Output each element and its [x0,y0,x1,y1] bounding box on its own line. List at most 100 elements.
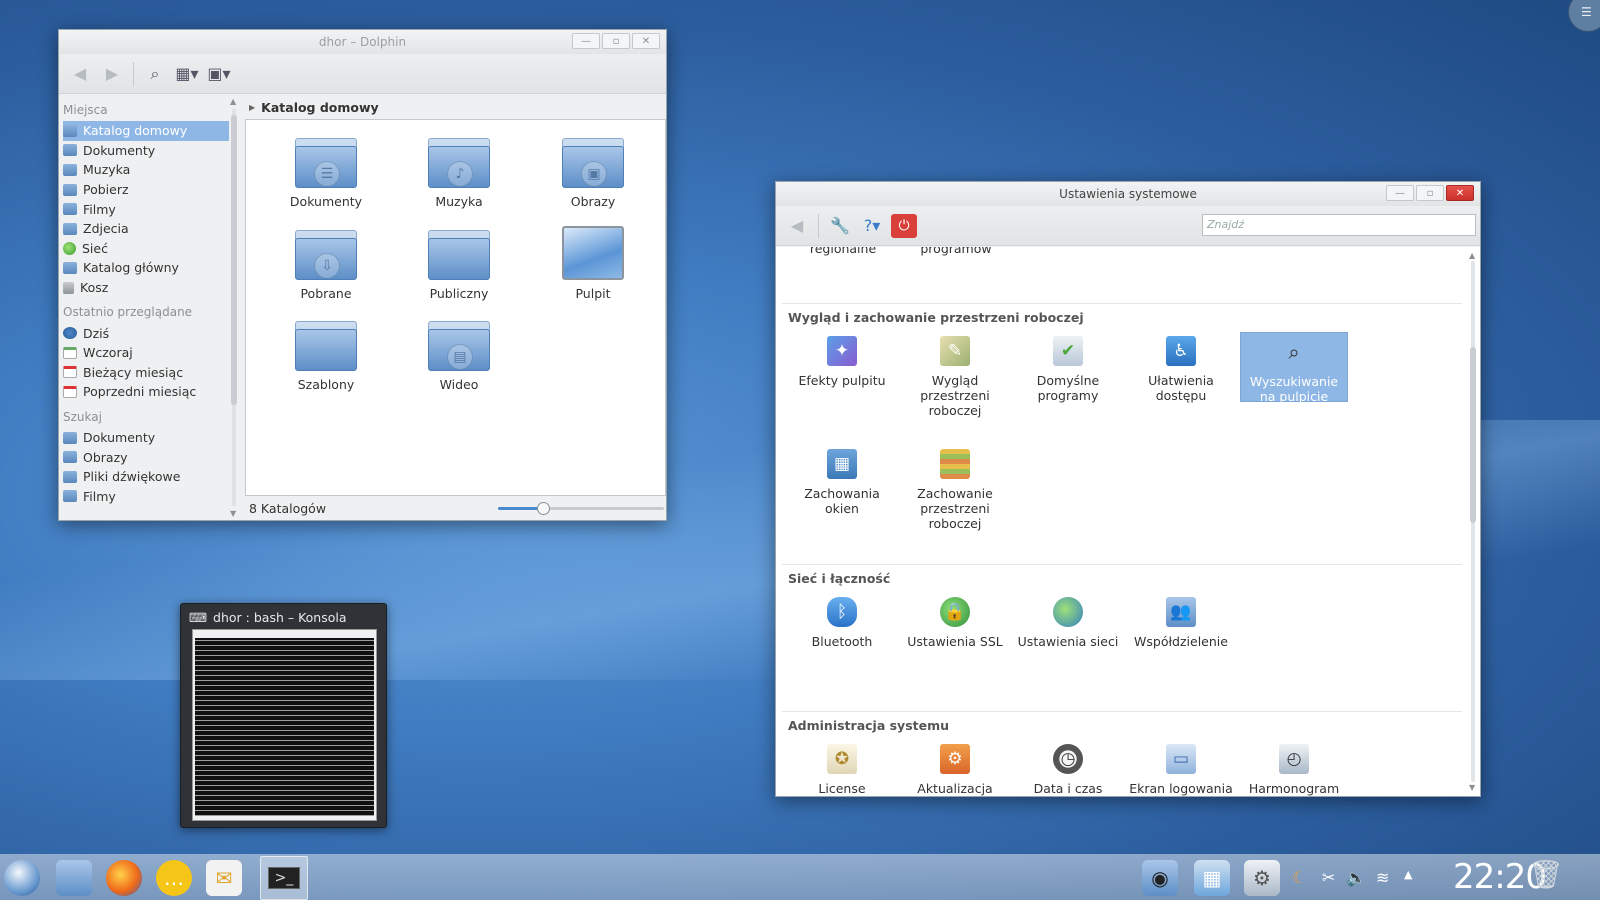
folder-item[interactable]: Pulpit [533,226,653,301]
place-item[interactable]: Kosz [63,278,229,298]
settings-item[interactable]: ✦ Efekty pulpitu [788,332,896,388]
breadcrumb[interactable]: ▶ Katalog domowy [245,95,666,119]
search-item[interactable]: Filmy [63,487,229,507]
place-item[interactable]: Sieć [63,239,229,259]
tray-expand-icon[interactable]: ▲ [1404,868,1412,881]
scroll-up-arrow[interactable]: ▲ [230,97,236,106]
folder-item[interactable]: Publiczny [399,230,519,301]
places-section-title: Miejsca [63,103,108,117]
cut-item-label[interactable]: regionalne [788,247,898,256]
back-button[interactable]: ◀ [784,213,810,239]
folder-item[interactable]: ▤ Wideo [399,321,519,392]
item-label: Ustawienia sieci [1017,634,1119,649]
place-item[interactable]: Dokumenty [63,141,229,161]
group-title: Sieć i łączność [788,571,891,586]
zoom-slider[interactable] [498,502,664,515]
minimize-button[interactable]: — [1386,185,1414,201]
settings-item[interactable]: ▭ Ekran logowania [1127,740,1235,796]
folder-item[interactable]: Szablony [266,321,386,392]
settings-item[interactable]: ᛒ Bluetooth [788,593,896,649]
settings-item[interactable]: ◴ Harmonogram [1240,740,1348,796]
volume-icon[interactable]: 🔈 [1346,868,1366,887]
folder-item[interactable]: ☰ Dokumenty [266,138,386,209]
settings-item[interactable]: ⚙ Aktualizacja [901,740,1009,796]
wifi-icon[interactable]: ≋ [1376,868,1389,887]
tray-activities[interactable]: ⚙ [1244,860,1280,896]
music-folder-icon: ♪ [428,138,490,188]
search-input[interactable]: Znajdź [1202,214,1476,236]
quit-button[interactable]: ⏻ [891,213,917,238]
settings-item-selected[interactable]: ⌕ Wyszukiwanie na pulpicie [1240,332,1348,404]
settings-item[interactable]: ✔ Domyślne programy [1014,332,1122,403]
settings-titlebar[interactable]: Ustawienia systemowe — ▫ ✕ [776,182,1480,206]
minimize-button[interactable]: — [572,33,600,49]
scroll-thumb[interactable] [231,115,237,405]
back-button[interactable]: ◀ [67,61,93,87]
night-mode-icon[interactable]: ☾ [1292,868,1306,887]
trash-icon[interactable]: 🗑 [1528,858,1564,891]
settings-item[interactable]: 🔒 Ustawienia SSL [901,593,1009,649]
file-icon-view[interactable]: ☰ Dokumenty ♪ Muzyka ▣ Obrazy ⇩ Pobrane [245,119,666,496]
scroll-down-arrow[interactable]: ▼ [230,509,236,518]
desktop-toolbox-button[interactable]: ☰ [1568,0,1600,32]
view-mode-button[interactable]: ▦▾ [174,61,200,87]
today-icon [63,327,77,340]
taskbar-firefox[interactable] [106,860,142,896]
search-item[interactable]: Obrazy [63,447,229,467]
search-item[interactable]: Pliki dźwiękowe [63,467,229,487]
places-scrollbar[interactable]: ▲ ▼ [229,95,239,520]
network-globe-icon [63,241,76,255]
place-item[interactable]: Filmy [63,199,229,219]
settings-item[interactable]: ✎ Wygląd przestrzeni roboczej [901,332,1009,418]
taskbar-messenger[interactable]: … [156,860,192,896]
clipboard-scissors-icon[interactable]: ✂ [1322,868,1335,887]
settings-item[interactable]: ♿ Ułatwienia dostępu [1127,332,1235,403]
taskbar-konsole-active[interactable]: >_ [260,856,308,900]
settings-item[interactable]: 👥 Współdzielenie [1127,593,1235,649]
settings-item[interactable]: ✪ License [788,740,896,796]
recent-item[interactable]: Bieżący miesiąc [63,363,229,383]
place-item[interactable]: Zdjecia [63,219,229,239]
recent-item[interactable]: Poprzedni miesiąc [63,382,229,402]
tray-device-notifier[interactable]: ◉ [1142,860,1178,896]
place-item[interactable]: Katalog domowy [63,121,229,141]
close-button[interactable]: ✕ [1446,185,1474,201]
recent-item[interactable]: Wczoraj [63,343,229,363]
taskbar-mail[interactable]: ✉ [206,860,242,896]
application-launcher-button[interactable] [4,860,40,896]
folder-item[interactable]: ⇩ Pobrane [266,230,386,301]
place-label: Muzyka [83,162,131,178]
configure-button[interactable]: 🔧 [827,213,853,239]
konsole-window-preview[interactable]: ⌨ dhor : bash – Konsola [180,603,387,828]
search-item[interactable]: Dokumenty [63,428,229,448]
recent-item[interactable]: Dziś [63,323,229,343]
taskbar-file-manager[interactable] [56,860,92,896]
zoom-handle[interactable] [536,502,550,515]
preview-title: ⌨ dhor : bash – Konsola [181,604,386,630]
dolphin-titlebar[interactable]: dhor – Dolphin — ▫ ✕ [59,30,666,54]
settings-item[interactable]: Ustawienia sieci [1014,593,1122,649]
update-icon: ⚙ [940,744,970,774]
cut-item-label[interactable]: programów [901,247,1011,256]
maximize-button[interactable]: ▫ [602,33,630,49]
settings-item[interactable]: Zachowanie przestrzeni roboczej [901,445,1009,531]
place-item[interactable]: Muzyka [63,160,229,180]
settings-scrollbar[interactable]: ▲ ▼ [1468,251,1478,792]
sharing-icon: 👥 [1166,597,1196,627]
control-menu-button[interactable]: ▣▾ [206,61,232,87]
settings-item[interactable]: ▦ Zachowania okien [788,445,896,516]
help-button[interactable]: ?▾ [859,213,885,239]
scroll-down-arrow[interactable]: ▼ [1469,783,1475,792]
folder-item[interactable]: ▣ Obrazy [533,138,653,209]
folder-item[interactable]: ♪ Muzyka [399,138,519,209]
maximize-button[interactable]: ▫ [1416,185,1444,201]
search-button[interactable]: ⌕ [142,61,168,87]
settings-item[interactable]: ◷ Data i czas [1014,740,1122,796]
scroll-up-arrow[interactable]: ▲ [1469,251,1475,260]
place-item[interactable]: Katalog główny [63,258,229,278]
close-button[interactable]: ✕ [632,33,660,49]
tray-pager[interactable]: ▦ [1194,860,1230,896]
place-item[interactable]: Pobierz [63,180,229,200]
forward-button[interactable]: ▶ [99,61,125,87]
scroll-thumb[interactable] [1470,347,1476,523]
